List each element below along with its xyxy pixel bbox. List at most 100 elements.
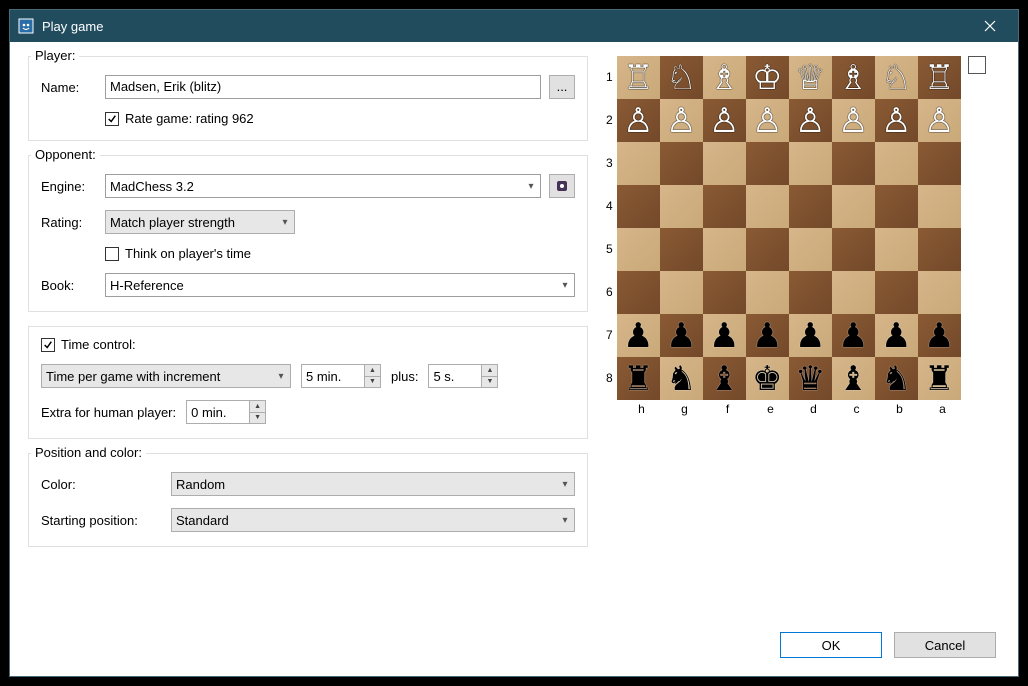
- engine-select[interactable]: MadChess 3.2 ▾: [105, 174, 541, 198]
- square[interactable]: [918, 185, 961, 228]
- time-mode-select[interactable]: Time per game with increment ▾: [41, 364, 291, 388]
- square[interactable]: [832, 185, 875, 228]
- square[interactable]: [660, 271, 703, 314]
- square[interactable]: ♙: [832, 99, 875, 142]
- close-button[interactable]: [970, 10, 1010, 42]
- square[interactable]: ♝: [703, 357, 746, 400]
- square[interactable]: ♞: [660, 357, 703, 400]
- piece: ♙: [881, 104, 911, 138]
- square[interactable]: ♝: [832, 357, 875, 400]
- piece: ♞: [881, 362, 911, 396]
- color-label: Color:: [41, 477, 171, 492]
- square[interactable]: [660, 228, 703, 271]
- square[interactable]: ♗: [703, 56, 746, 99]
- browse-player-button[interactable]: ...: [549, 75, 575, 99]
- square[interactable]: [703, 185, 746, 228]
- square[interactable]: [918, 271, 961, 314]
- titlebar: Play game: [10, 10, 1018, 42]
- square[interactable]: ♚: [746, 357, 789, 400]
- time-value-spinner[interactable]: 5 min. ▲▼: [301, 364, 381, 388]
- square[interactable]: ♟: [832, 314, 875, 357]
- square[interactable]: ♖: [918, 56, 961, 99]
- square[interactable]: [832, 271, 875, 314]
- square[interactable]: [789, 142, 832, 185]
- spin-down-icon[interactable]: ▼: [250, 413, 265, 424]
- square[interactable]: ♟: [660, 314, 703, 357]
- engine-settings-button[interactable]: [549, 174, 575, 198]
- square[interactable]: ♙: [617, 99, 660, 142]
- book-select[interactable]: H-Reference ▾: [105, 273, 575, 297]
- square[interactable]: [875, 271, 918, 314]
- square[interactable]: [660, 185, 703, 228]
- square[interactable]: ♔: [746, 56, 789, 99]
- square[interactable]: ♛: [789, 357, 832, 400]
- square[interactable]: ♘: [660, 56, 703, 99]
- square[interactable]: [746, 271, 789, 314]
- square[interactable]: ♙: [660, 99, 703, 142]
- square[interactable]: ♙: [746, 99, 789, 142]
- square[interactable]: [832, 228, 875, 271]
- start-select[interactable]: Standard ▾: [171, 508, 575, 532]
- piece: ♝: [838, 362, 868, 396]
- rate-game-checkbox[interactable]: [105, 112, 119, 126]
- square[interactable]: [703, 271, 746, 314]
- time-control-checkbox[interactable]: [41, 338, 55, 352]
- square[interactable]: ♟: [918, 314, 961, 357]
- square[interactable]: [875, 142, 918, 185]
- square[interactable]: [875, 185, 918, 228]
- chevron-down-icon: ▾: [526, 181, 536, 192]
- ok-button[interactable]: OK: [780, 632, 882, 658]
- square[interactable]: [789, 271, 832, 314]
- square[interactable]: ♙: [918, 99, 961, 142]
- spin-down-icon[interactable]: ▼: [482, 377, 497, 388]
- cancel-button[interactable]: Cancel: [894, 632, 996, 658]
- book-label: Book:: [41, 278, 105, 293]
- square[interactable]: [875, 228, 918, 271]
- square[interactable]: [918, 142, 961, 185]
- square[interactable]: [746, 228, 789, 271]
- square[interactable]: [617, 271, 660, 314]
- piece: ♙: [924, 104, 954, 138]
- square[interactable]: ♟: [746, 314, 789, 357]
- square[interactable]: ♟: [789, 314, 832, 357]
- name-input[interactable]: Madsen, Erik (blitz): [105, 75, 541, 99]
- square[interactable]: ♙: [875, 99, 918, 142]
- chess-board[interactable]: ♖♘♗♔♕♗♘♖♙♙♙♙♙♙♙♙♟♟♟♟♟♟♟♟♜♞♝♚♛♝♞♜: [617, 56, 961, 400]
- increment-spinner[interactable]: 5 s. ▲▼: [428, 364, 498, 388]
- square[interactable]: [789, 228, 832, 271]
- square[interactable]: ♜: [918, 357, 961, 400]
- square[interactable]: [617, 185, 660, 228]
- square[interactable]: ♕: [789, 56, 832, 99]
- piece: ♟: [623, 319, 653, 353]
- spin-down-icon[interactable]: ▼: [365, 377, 380, 388]
- square[interactable]: ♗: [832, 56, 875, 99]
- square[interactable]: ♙: [789, 99, 832, 142]
- extra-spinner[interactable]: 0 min. ▲▼: [186, 400, 266, 424]
- spin-up-icon[interactable]: ▲: [365, 365, 380, 377]
- square[interactable]: ♟: [875, 314, 918, 357]
- square[interactable]: [617, 228, 660, 271]
- color-select[interactable]: Random ▾: [171, 472, 575, 496]
- think-checkbox[interactable]: [105, 247, 119, 261]
- square[interactable]: ♖: [617, 56, 660, 99]
- square[interactable]: [918, 228, 961, 271]
- square[interactable]: [746, 142, 789, 185]
- square[interactable]: [617, 142, 660, 185]
- spin-up-icon[interactable]: ▲: [482, 365, 497, 377]
- square[interactable]: [660, 142, 703, 185]
- square[interactable]: ♙: [703, 99, 746, 142]
- square[interactable]: [703, 142, 746, 185]
- square[interactable]: [832, 142, 875, 185]
- rating-select[interactable]: Match player strength ▾: [105, 210, 295, 234]
- square[interactable]: ♜: [617, 357, 660, 400]
- plus-label: plus:: [391, 369, 418, 384]
- square[interactable]: ♘: [875, 56, 918, 99]
- spin-up-icon[interactable]: ▲: [250, 401, 265, 413]
- piece: ♙: [709, 104, 739, 138]
- square[interactable]: ♟: [617, 314, 660, 357]
- square[interactable]: [746, 185, 789, 228]
- square[interactable]: [789, 185, 832, 228]
- square[interactable]: [703, 228, 746, 271]
- square[interactable]: ♞: [875, 357, 918, 400]
- square[interactable]: ♟: [703, 314, 746, 357]
